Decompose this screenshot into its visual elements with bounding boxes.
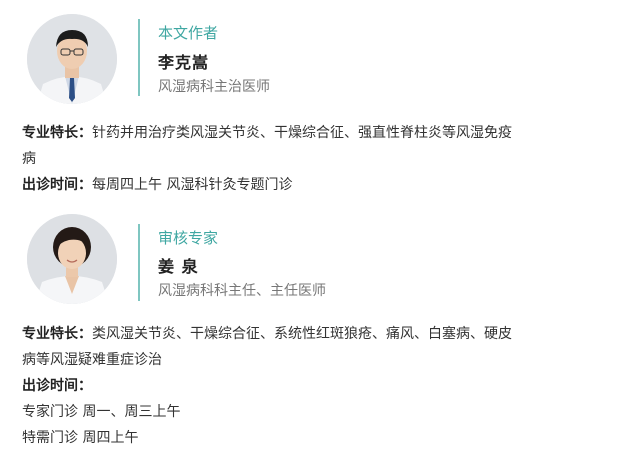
author-info: 专业特长：针药并用治疗类风湿关节炎、干燥综合征、强直性脊柱炎等风湿免疫 病 出诊… bbox=[22, 120, 620, 198]
author-divider bbox=[138, 19, 140, 96]
reviewer-clinic-line2: 特需门诊 周四上午 bbox=[22, 430, 139, 446]
reviewer-divider bbox=[138, 224, 140, 301]
reviewer-info: 专业特长：类风湿关节炎、干燥综合征、系统性红斑狼疮、痛风、白塞病、硬皮 病等风湿… bbox=[22, 321, 620, 451]
author-clinic-label: 出诊时间： bbox=[22, 177, 92, 193]
reviewer-clinic-label: 出诊时间： bbox=[22, 378, 92, 394]
reviewer-avatar bbox=[27, 214, 117, 304]
reviewer-role: 审核专家 bbox=[158, 229, 219, 247]
reviewer-name: 姜 泉 bbox=[158, 257, 199, 276]
author-clinic-line: 出诊时间：每周四上午 风湿科针灸专题门诊 bbox=[22, 172, 620, 198]
reviewer-clinic-line1: 专家门诊 周一、周三上午 bbox=[22, 404, 181, 420]
author-specialty-line1: 专业特长：针药并用治疗类风湿关节炎、干燥综合征、强直性脊柱炎等风湿免疫 bbox=[22, 120, 620, 146]
author-avatar bbox=[27, 14, 117, 104]
author-card: 本文作者 李克嵩 风湿病科主治医师 专业特长：针药并用治疗类风湿关节炎、干燥综合… bbox=[0, 0, 622, 215]
author-clinic-text: 每周四上午 风湿科针灸专题门诊 bbox=[92, 177, 293, 193]
reviewer-title: 风湿病科科主任、主任医师 bbox=[158, 283, 326, 299]
reviewer-specialty-line1: 专业特长：类风湿关节炎、干燥综合征、系统性红斑狼疮、痛风、白塞病、硬皮 bbox=[22, 321, 620, 347]
reviewer-specialty-label: 专业特长： bbox=[22, 326, 92, 342]
author-title: 风湿病科主治医师 bbox=[158, 79, 270, 95]
author-specialty-text: 针药并用治疗类风湿关节炎、干燥综合征、强直性脊柱炎等风湿免疫 bbox=[92, 125, 512, 141]
author-role: 本文作者 bbox=[158, 24, 219, 42]
author-specialty-line2: 病 bbox=[22, 151, 36, 167]
reviewer-specialty-line2: 病等风湿疑难重症诊治 bbox=[22, 352, 162, 368]
reviewer-clinic-label-line: 出诊时间： bbox=[22, 373, 620, 399]
reviewer-specialty-text: 类风湿关节炎、干燥综合征、系统性红斑狼疮、痛风、白塞病、硬皮 bbox=[92, 326, 512, 342]
author-specialty-label: 专业特长： bbox=[22, 125, 92, 141]
reviewer-card: 审核专家 姜 泉 风湿病科科主任、主任医师 专业特长：类风湿关节炎、干燥综合征、… bbox=[0, 210, 622, 452]
author-name: 李克嵩 bbox=[158, 53, 210, 72]
